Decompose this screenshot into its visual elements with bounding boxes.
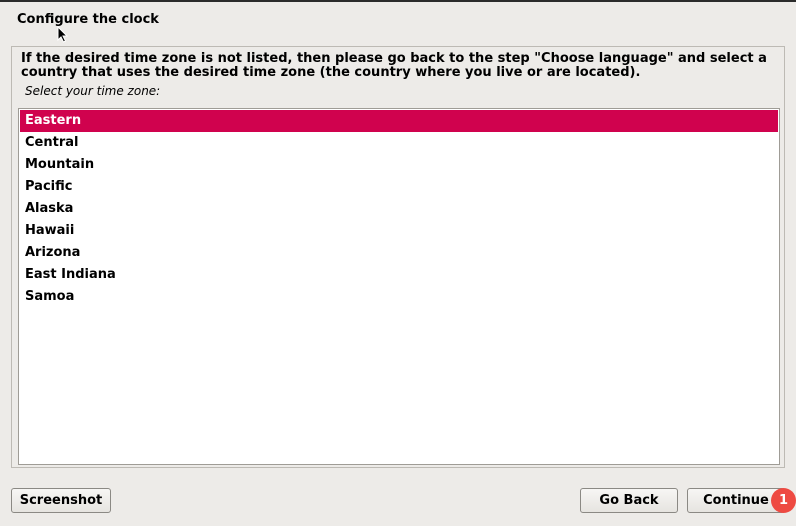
window-top-border: [0, 0, 796, 2]
timezone-item-samoa[interactable]: Samoa: [20, 286, 778, 308]
timezone-item-alaska[interactable]: Alaska: [20, 198, 778, 220]
screenshot-button[interactable]: Screenshot: [11, 488, 111, 513]
timezone-list[interactable]: Eastern Central Mountain Pacific Alaska …: [18, 108, 780, 465]
help-description: If the desired time zone is not listed, …: [21, 51, 767, 80]
timezone-item-east-indiana[interactable]: East Indiana: [20, 264, 778, 286]
page-title: Configure the clock: [17, 12, 159, 27]
timezone-item-eastern[interactable]: Eastern: [20, 110, 778, 132]
timezone-prompt: Select your time zone:: [25, 84, 161, 98]
timezone-item-hawaii[interactable]: Hawaii: [20, 220, 778, 242]
go-back-button[interactable]: Go Back: [580, 488, 678, 513]
timezone-item-central[interactable]: Central: [20, 132, 778, 154]
mouse-pointer-icon: [57, 26, 68, 43]
step-badge: 1: [771, 488, 796, 513]
timezone-item-mountain[interactable]: Mountain: [20, 154, 778, 176]
timezone-item-arizona[interactable]: Arizona: [20, 242, 778, 264]
timezone-item-pacific[interactable]: Pacific: [20, 176, 778, 198]
